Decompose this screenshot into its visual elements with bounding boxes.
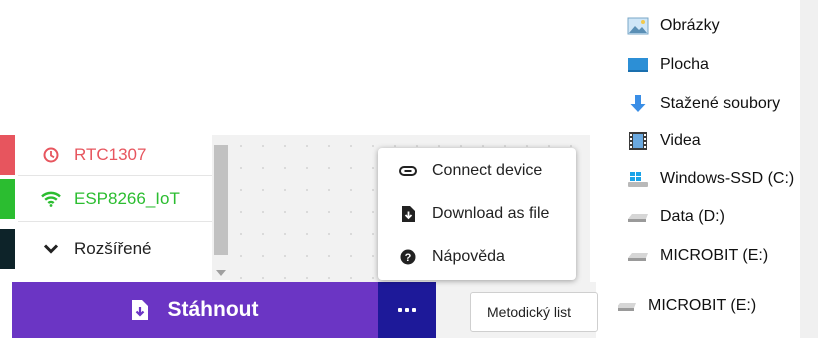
category-color-bar: [0, 229, 15, 269]
menu-item-label: Download as file: [432, 205, 550, 222]
nav-item-pictures[interactable]: Obrázky: [626, 13, 720, 39]
drive-icon: [618, 296, 638, 316]
explorer-scrollbar[interactable]: [800, 0, 818, 338]
nav-item-label: MICROBIT (E:): [648, 297, 757, 314]
file-download-icon: [398, 206, 418, 222]
category-label: RTC1307: [74, 145, 147, 164]
download-button[interactable]: Stáhnout: [12, 282, 378, 338]
category-color-bar: [0, 135, 15, 175]
wifi-icon: [40, 188, 62, 210]
project-name-input[interactable]: Metodický list: [470, 292, 598, 332]
link-icon: [398, 166, 418, 176]
nav-item-label: MICROBIT (E:): [660, 247, 769, 264]
scroll-down-arrow-icon[interactable]: [216, 270, 226, 276]
file-explorer-nav-pane: Obrázky Plocha Stažené soubory Videa Win…: [618, 0, 800, 338]
drive-icon: [626, 246, 650, 266]
menu-item-help[interactable]: ? Nápověda: [378, 236, 576, 278]
nav-item-data-drive[interactable]: Data (D:): [626, 204, 725, 230]
drive-icon: [626, 207, 650, 227]
nav-item-downloads[interactable]: Stažené soubory: [626, 91, 780, 117]
category-color-bar: [0, 179, 15, 219]
nav-item-label: Videa: [660, 132, 701, 149]
more-options-menu: Connect device Download as file ? Nápově…: [378, 148, 576, 280]
menu-item-connect-device[interactable]: Connect device: [378, 150, 576, 192]
category-label: Rozšířené: [74, 239, 152, 258]
nav-item-label: Stažené soubory: [660, 95, 781, 112]
menu-item-download-as-file[interactable]: Download as file: [378, 193, 576, 235]
scrollbar-thumb[interactable]: [214, 145, 228, 255]
nav-item-videos[interactable]: Videa: [626, 128, 701, 154]
ellipsis-icon: [398, 308, 416, 312]
nav-item-label: Windows-SSD (C:): [660, 170, 795, 187]
svg-text:?: ?: [405, 252, 412, 264]
divider: [18, 175, 212, 176]
videos-folder-icon: [626, 131, 650, 151]
category-label: ESP8266_IoT: [74, 189, 180, 208]
nav-item-desktop[interactable]: Plocha: [626, 52, 709, 78]
menu-item-label: Nápověda: [432, 248, 505, 265]
category-rtc1307[interactable]: RTC1307: [0, 135, 212, 175]
clock-icon: [40, 144, 62, 166]
nav-item-label: Obrázky: [660, 17, 720, 34]
nav-item-microbit-root[interactable]: MICROBIT (E:): [618, 293, 756, 319]
nav-item-label: Data (D:): [660, 208, 725, 225]
desktop-folder-icon: [626, 55, 650, 75]
more-options-button[interactable]: [378, 282, 436, 338]
nav-item-windows-ssd[interactable]: Windows-SSD (C:): [626, 166, 794, 192]
file-download-icon: [131, 300, 148, 320]
downloads-folder-icon: [626, 94, 650, 114]
category-advanced[interactable]: Rozšířené: [0, 229, 212, 269]
nav-item-label: Plocha: [660, 56, 709, 73]
chevron-down-icon: [40, 238, 62, 260]
pictures-folder-icon: [626, 16, 650, 36]
download-label: Stáhnout: [167, 298, 259, 321]
category-list-scrollbar[interactable]: [212, 135, 230, 280]
help-circle-icon: ?: [398, 249, 418, 265]
block-category-list: RTC1307 ESP8266_IoT Rozšířené: [0, 135, 212, 280]
category-esp8266-iot[interactable]: ESP8266_IoT: [0, 179, 212, 219]
divider: [18, 221, 212, 222]
windows-drive-icon: [626, 169, 650, 189]
nav-item-microbit[interactable]: MICROBIT (E:): [626, 243, 768, 269]
menu-item-label: Connect device: [432, 162, 543, 179]
